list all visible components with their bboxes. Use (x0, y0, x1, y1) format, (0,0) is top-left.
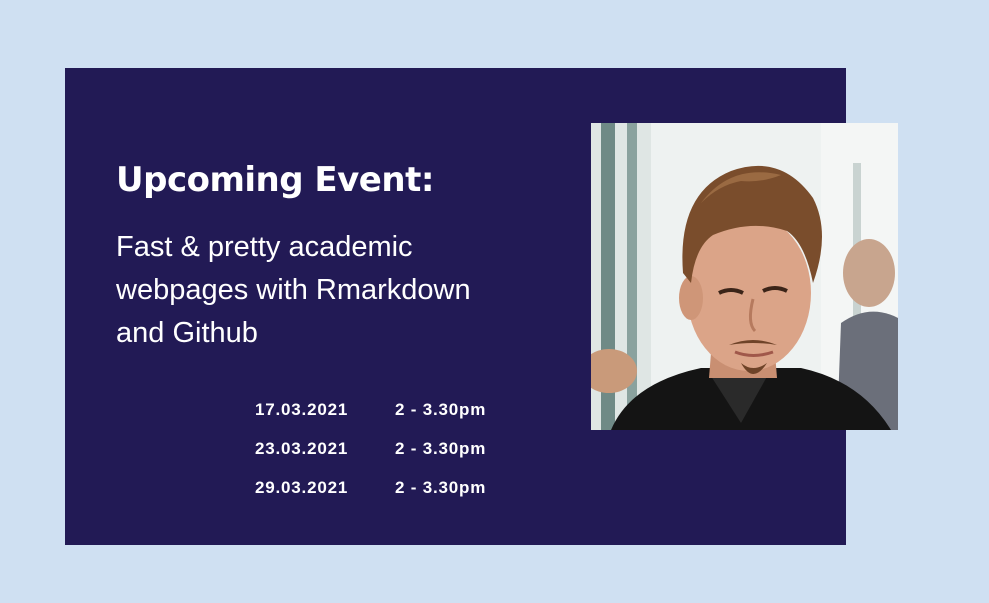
event-title-line: Fast & pretty academic (116, 231, 413, 263)
event-title: Fast & pretty academic webpages with Rma… (116, 226, 556, 355)
session-time: 2 - 3.30pm (395, 438, 487, 458)
session-row: 17.03.2021 2 - 3.30pm (255, 390, 486, 429)
speaker-photo (591, 123, 898, 430)
event-title-line: and Github (116, 317, 258, 349)
event-heading: Upcoming Event: (116, 160, 434, 200)
session-time: 2 - 3.30pm (395, 399, 487, 419)
event-title-line: webpages with Rmarkdown (116, 274, 471, 306)
session-date: 17.03.2021 (255, 399, 349, 419)
session-row: 23.03.2021 2 - 3.30pm (255, 429, 486, 468)
session-schedule: 17.03.2021 2 - 3.30pm 23.03.2021 2 - 3.3… (255, 390, 486, 507)
session-row: 29.03.2021 2 - 3.30pm (255, 468, 486, 507)
session-date: 23.03.2021 (255, 438, 349, 458)
session-date: 29.03.2021 (255, 477, 349, 497)
session-time: 2 - 3.30pm (395, 477, 487, 497)
